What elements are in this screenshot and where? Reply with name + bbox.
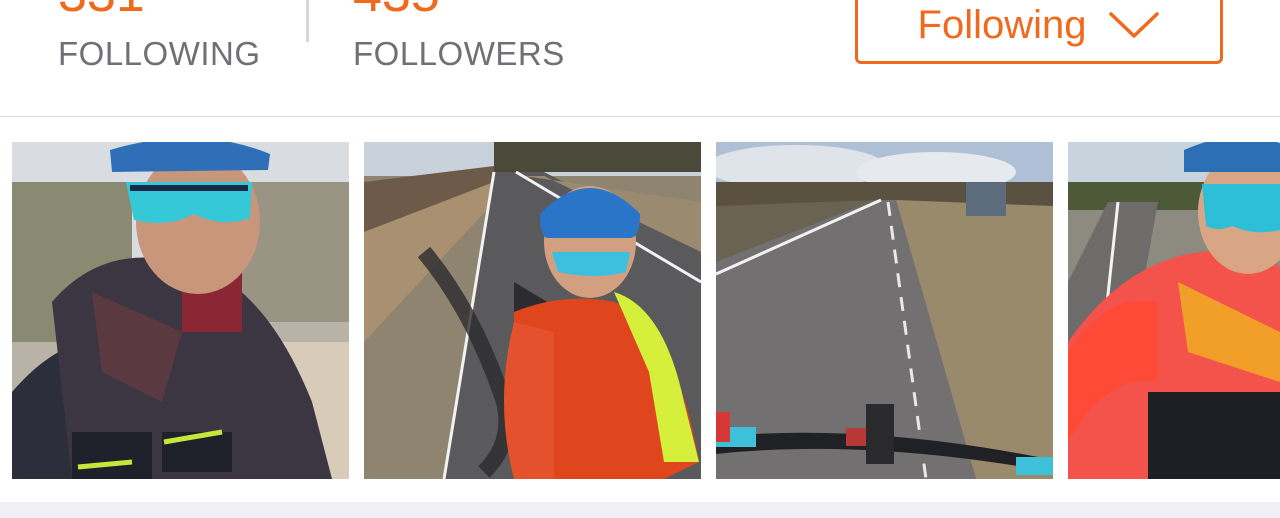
cyclist-red-jersey-image <box>1068 142 1280 479</box>
photo-thumbnail[interactable] <box>364 142 701 479</box>
handlebar-road-image <box>716 142 1053 479</box>
cyclist-selfie-image <box>12 142 349 479</box>
photo-grid <box>0 117 1280 502</box>
cyclist-road-image <box>364 142 701 479</box>
photo-thumbnail[interactable] <box>12 142 349 479</box>
following-button-label: Following <box>917 3 1087 47</box>
chevron-down-icon <box>1108 11 1160 39</box>
following-button[interactable]: Following <box>855 0 1223 64</box>
following-label: FOLLOWING <box>58 35 261 72</box>
stats-divider <box>306 0 309 42</box>
photo-thumbnail[interactable] <box>716 142 1053 479</box>
photo-thumbnail[interactable] <box>1068 142 1280 479</box>
bottom-bar <box>0 502 1280 518</box>
profile-stats-bar: 331 FOLLOWING 435 FOLLOWERS Following <box>0 0 1280 117</box>
followers-count: 435 <box>353 0 440 22</box>
followers-label: FOLLOWERS <box>353 35 565 72</box>
following-count: 331 <box>58 0 145 22</box>
